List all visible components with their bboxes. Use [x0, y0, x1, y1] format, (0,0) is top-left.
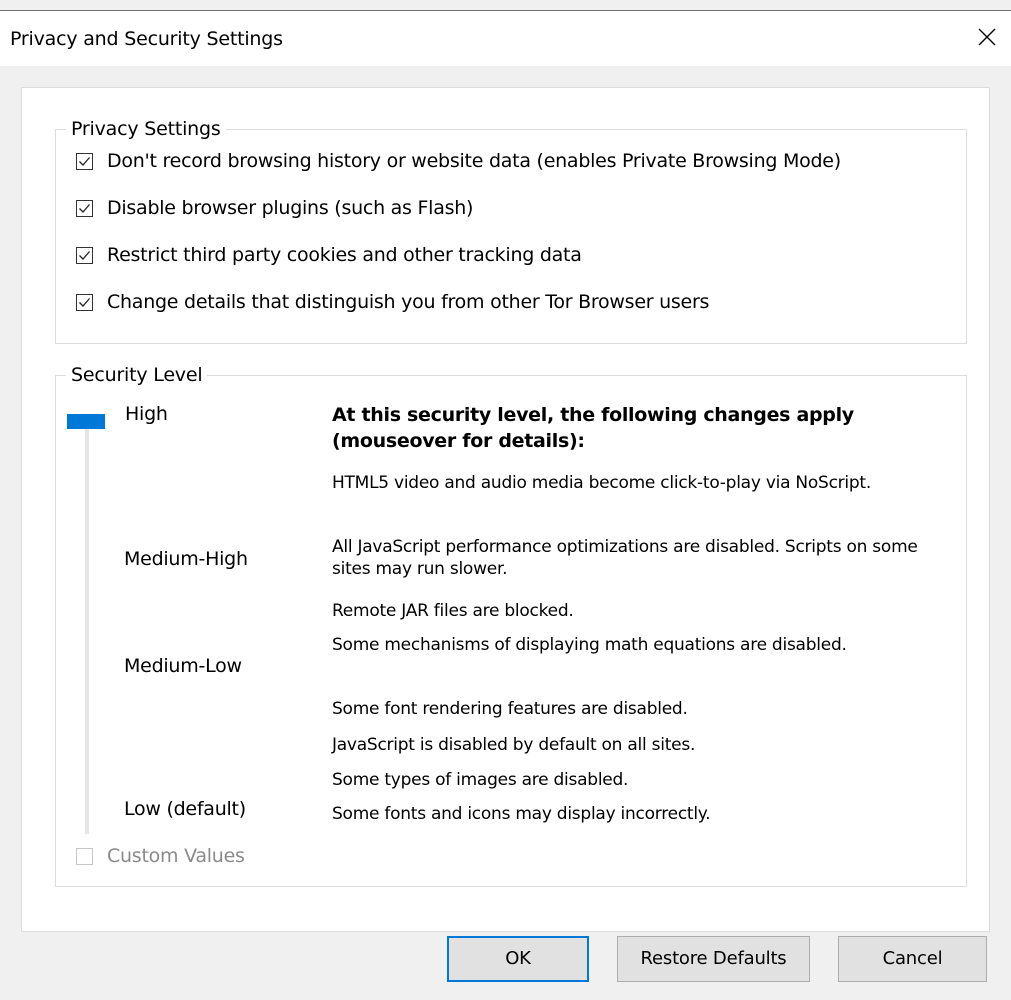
close-icon [978, 28, 996, 46]
security-slider-track[interactable] [85, 416, 89, 834]
private-browsing-checkbox[interactable] [76, 152, 93, 170]
security-level-group: Security Level High Medium-High Medium-L… [55, 363, 967, 887]
checkmark-icon [79, 250, 90, 260]
disable-plugins-option[interactable]: Disable browser plugins (such as Flash) [76, 193, 473, 223]
change-item: Some fonts and icons may display incorre… [332, 804, 711, 824]
fingerprinting-option[interactable]: Change details that distinguish you from… [76, 287, 709, 317]
security-level-title: Security Level [66, 363, 208, 387]
privacy-settings-group: Privacy Settings Don't record browsing h… [55, 117, 967, 344]
level-high[interactable]: High [125, 403, 168, 425]
level-low-default[interactable]: Low (default) [124, 798, 246, 820]
security-level-heading: At this security level, the following ch… [332, 404, 854, 452]
restore-defaults-button[interactable]: Restore Defaults [617, 936, 810, 982]
change-item: Some mechanisms of displaying math equat… [332, 635, 847, 655]
restrict-cookies-option[interactable]: Restrict third party cookies and other t… [76, 240, 582, 270]
ok-button[interactable]: OK [447, 936, 589, 982]
level-medium-low[interactable]: Medium-Low [124, 655, 242, 677]
security-slider-thumb[interactable] [67, 414, 105, 429]
change-item: Some types of images are disabled. [332, 770, 629, 790]
settings-dialog: Privacy and Security Settings Privacy Se… [0, 0, 1011, 1000]
restrict-cookies-label: Restrict third party cookies and other t… [107, 244, 582, 266]
checkmark-icon [79, 297, 90, 307]
close-button[interactable] [965, 11, 1011, 66]
fingerprinting-label: Change details that distinguish you from… [107, 291, 710, 313]
restrict-cookies-checkbox[interactable] [76, 246, 93, 264]
private-browsing-label: Don't record browsing history or website… [107, 150, 841, 172]
change-item: Some font rendering features are disable… [332, 699, 688, 719]
dialog-title: Privacy and Security Settings [10, 28, 283, 50]
change-item: HTML5 video and audio media become click… [332, 473, 872, 493]
fingerprinting-checkbox[interactable] [76, 293, 93, 311]
checkmark-icon [79, 203, 90, 213]
cancel-button[interactable]: Cancel [838, 936, 987, 982]
custom-values-label: Custom Values [107, 845, 245, 867]
title-bar: Privacy and Security Settings [0, 11, 1011, 66]
private-browsing-option[interactable]: Don't record browsing history or website… [76, 146, 841, 176]
change-item: All JavaScript performance optimizations… [332, 537, 918, 579]
disable-plugins-checkbox[interactable] [76, 199, 93, 217]
disable-plugins-label: Disable browser plugins (such as Flash) [107, 197, 474, 219]
change-item: JavaScript is disabled by default on all… [332, 735, 696, 755]
checkmark-icon [79, 156, 90, 166]
custom-values-checkbox [76, 847, 93, 865]
content-panel: Privacy Settings Don't record browsing h… [21, 87, 990, 932]
level-medium-high[interactable]: Medium-High [124, 548, 248, 570]
custom-values-option: Custom Values [76, 841, 245, 871]
privacy-settings-title: Privacy Settings [66, 117, 226, 141]
change-item: Remote JAR files are blocked. [332, 601, 574, 621]
